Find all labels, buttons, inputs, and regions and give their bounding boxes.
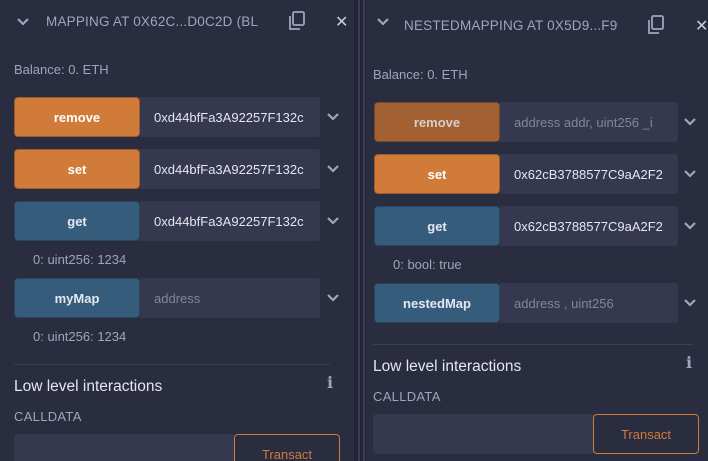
info-icon[interactable]: i bbox=[686, 353, 692, 372]
transact-button[interactable]: Transact bbox=[234, 434, 340, 461]
set-button[interactable]: set bbox=[374, 154, 500, 194]
contract-header: NESTEDMAPPING AT 0X5D9...F9f ✕ bbox=[366, 0, 708, 44]
contract-title: NESTEDMAPPING AT 0X5D9...F9f bbox=[404, 18, 618, 33]
set-input[interactable]: 0xd44bfFa3A92257F132c bbox=[140, 149, 320, 189]
contract-title: MAPPING AT 0X62C...D0C2D (BLC bbox=[46, 14, 258, 29]
copy-icon[interactable] bbox=[645, 14, 667, 36]
close-icon[interactable]: ✕ bbox=[695, 16, 708, 36]
divider bbox=[373, 344, 693, 345]
balance-label: Balance: 0. ETH bbox=[14, 62, 109, 77]
info-icon[interactable]: i bbox=[327, 373, 333, 392]
contract-panel-mapping: MAPPING AT 0X62C...D0C2D (BLC ✕ Balance:… bbox=[0, 0, 354, 461]
chevron-down-icon[interactable] bbox=[326, 214, 340, 228]
calldata-input[interactable] bbox=[14, 434, 234, 461]
chevron-down-icon[interactable] bbox=[326, 110, 340, 124]
balance-label: Balance: 0. ETH bbox=[373, 67, 468, 82]
mymap-result: 0: uint256: 1234 bbox=[33, 329, 127, 344]
mymap-input[interactable]: address bbox=[140, 278, 320, 318]
chevron-down-icon[interactable] bbox=[683, 167, 697, 181]
low-level-title: Low level interactions bbox=[373, 358, 522, 375]
get-result: 0: uint256: 1234 bbox=[33, 252, 127, 267]
set-input[interactable]: 0x62cB3788577C9aA2F2 bbox=[500, 154, 678, 194]
calldata-input[interactable] bbox=[373, 414, 593, 454]
function-row-set: set 0xd44bfFa3A92257F132c bbox=[14, 149, 348, 189]
chevron-down-icon[interactable] bbox=[326, 291, 340, 305]
remove-button[interactable]: remove bbox=[374, 102, 500, 142]
get-input[interactable]: 0x62cB3788577C9aA2F2 bbox=[500, 206, 678, 246]
remove-input[interactable]: address addr, uint256 _i bbox=[500, 102, 678, 142]
set-button[interactable]: set bbox=[14, 149, 140, 189]
contract-header: MAPPING AT 0X62C...D0C2D (BLC ✕ bbox=[0, 0, 354, 44]
function-row-get: get 0xd44bfFa3A92257F132c bbox=[14, 201, 348, 241]
panel-divider-line bbox=[363, 0, 365, 461]
copy-icon[interactable] bbox=[286, 10, 308, 32]
mymap-button[interactable]: myMap bbox=[14, 278, 140, 318]
get-result: 0: bool: true bbox=[393, 257, 462, 272]
chevron-down-icon[interactable] bbox=[326, 162, 340, 176]
chevron-down-icon[interactable] bbox=[683, 219, 697, 233]
get-input[interactable]: 0xd44bfFa3A92257F132c bbox=[140, 201, 320, 241]
function-row-remove: remove 0xd44bfFa3A92257F132c bbox=[14, 97, 348, 137]
remove-button[interactable]: remove bbox=[14, 97, 140, 137]
calldata-label: CALLDATA bbox=[14, 409, 82, 424]
contract-panel-nestedmapping: NESTEDMAPPING AT 0X5D9...F9f ✕ Balance: … bbox=[366, 0, 708, 461]
low-level-title: Low level interactions bbox=[14, 378, 163, 395]
get-button[interactable]: get bbox=[14, 201, 140, 241]
remove-input[interactable]: 0xd44bfFa3A92257F132c bbox=[140, 97, 320, 137]
chevron-down-icon[interactable] bbox=[376, 15, 390, 29]
function-row-mymap: myMap address bbox=[14, 278, 348, 318]
function-row-set: set 0x62cB3788577C9aA2F2 bbox=[374, 154, 708, 194]
divider bbox=[14, 364, 330, 365]
get-button[interactable]: get bbox=[374, 206, 500, 246]
chevron-down-icon[interactable] bbox=[683, 115, 697, 129]
close-icon[interactable]: ✕ bbox=[335, 12, 348, 32]
calldata-label: CALLDATA bbox=[373, 389, 441, 404]
function-row-get: get 0x62cB3788577C9aA2F2 bbox=[374, 206, 708, 246]
transact-button[interactable]: Transact bbox=[593, 414, 699, 454]
chevron-down-icon[interactable] bbox=[16, 15, 30, 29]
function-row-remove: remove address addr, uint256 _i bbox=[374, 102, 708, 142]
panel-divider-line bbox=[358, 0, 360, 461]
chevron-down-icon[interactable] bbox=[683, 296, 697, 310]
nestedmap-input[interactable]: address , uint256 bbox=[500, 283, 678, 323]
nestedmap-button[interactable]: nestedMap bbox=[374, 283, 500, 323]
function-row-nestedmap: nestedMap address , uint256 bbox=[374, 283, 708, 323]
